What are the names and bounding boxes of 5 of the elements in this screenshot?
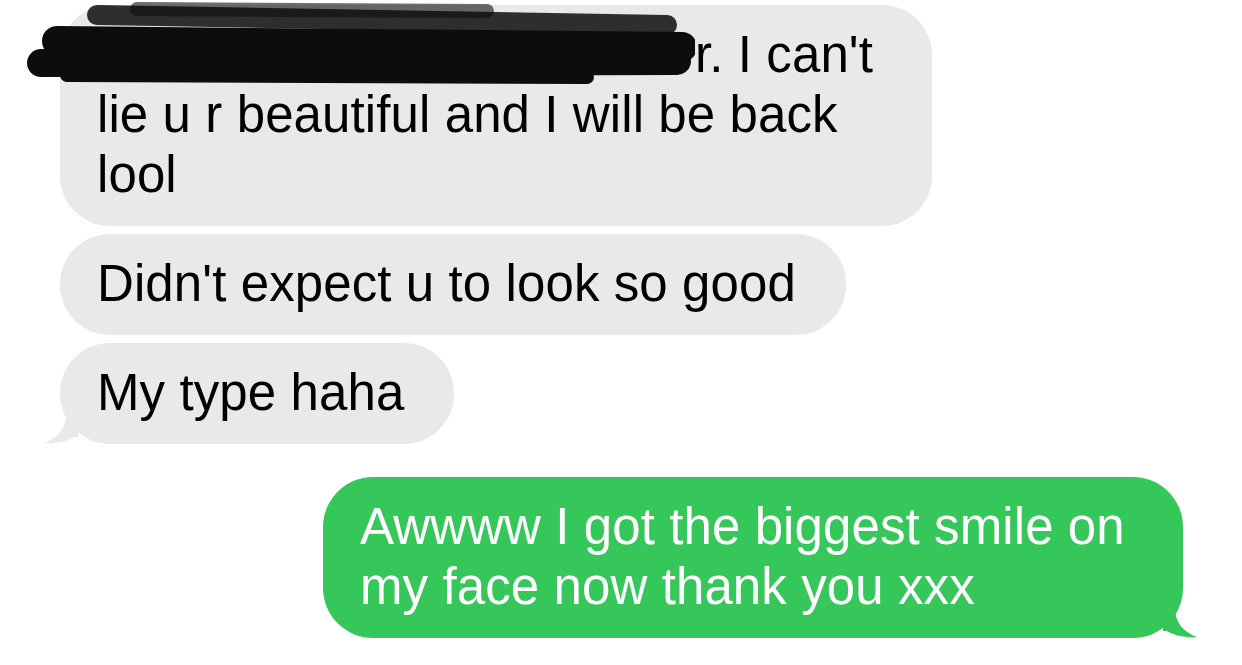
message-text: r. I can't <box>695 25 873 85</box>
message-text: lie u r beautiful and I will be back lool <box>97 85 839 205</box>
message-text: Didn't expect u to look so good <box>97 254 796 314</box>
message-text: Awwww I got the biggest smile on my face now thank you xxx <box>360 497 1126 617</box>
message-text: My type haha <box>97 363 405 423</box>
